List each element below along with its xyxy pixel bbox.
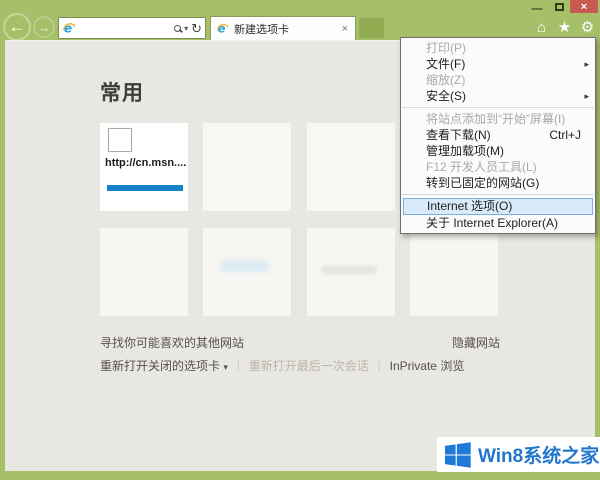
- maximize-icon: [555, 3, 564, 11]
- minimize-button[interactable]: —: [526, 0, 548, 13]
- gear-icon[interactable]: ⚙: [579, 20, 596, 35]
- reopen-closed-tabs-link[interactable]: 重新打开关闭的选项卡 ▾: [100, 357, 228, 374]
- faded-thumbnail: [221, 260, 269, 272]
- menu-item-print: 打印(P): [401, 40, 595, 56]
- tab-title: 新建选项卡: [234, 21, 336, 37]
- site-favicon-placeholder: [108, 128, 132, 152]
- frequent-site-tile-empty[interactable]: [307, 228, 395, 316]
- site-url: http://cn.msn....: [105, 157, 186, 169]
- inprivate-browsing-link[interactable]: InPrivate 浏览: [390, 357, 465, 374]
- refresh-icon[interactable]: ↻: [191, 22, 202, 35]
- search-dropdown-icon[interactable]: ▾: [184, 24, 188, 33]
- frequent-site-tile-empty[interactable]: [307, 123, 395, 211]
- menu-separator: [402, 107, 594, 108]
- menu-item-internet-options[interactable]: Internet 选项(O): [403, 198, 593, 215]
- forward-arrow-icon: →: [38, 20, 51, 35]
- address-bar[interactable]: e ▾ ↻: [58, 17, 206, 39]
- new-tab-button[interactable]: [359, 18, 384, 38]
- ie-logo-icon: e: [216, 22, 230, 36]
- frequent-site-tile-empty[interactable]: [410, 228, 498, 316]
- home-icon[interactable]: ⌂: [533, 20, 550, 35]
- windows-logo-icon: [445, 442, 471, 468]
- favorites-star-icon[interactable]: ★: [556, 20, 573, 35]
- window-controls: — ×: [526, 0, 598, 13]
- faded-thumbnail: [321, 266, 377, 274]
- tools-menu: 打印(P) 文件(F)▸ 缩放(Z) 安全(S)▸ 将站点添加到“开始”屏幕(I…: [400, 37, 596, 234]
- menu-item-safety[interactable]: 安全(S)▸: [401, 88, 595, 104]
- submenu-arrow-icon: ▸: [584, 88, 589, 104]
- menu-item-pinned-sites[interactable]: 转到已固定的网站(G): [401, 175, 595, 191]
- session-links-row: 重新打开关闭的选项卡 ▾ | 重新打开最后一次会话 | InPrivate 浏览: [100, 357, 464, 374]
- discover-sites-link[interactable]: 寻找你可能喜欢的其他网站: [100, 334, 244, 351]
- separator: |: [237, 360, 240, 372]
- menu-item-file[interactable]: 文件(F)▸: [401, 56, 595, 72]
- page-title: 常用: [100, 77, 144, 107]
- hide-sites-link[interactable]: 隐藏网站: [452, 334, 500, 351]
- site-accent-bar: [107, 185, 183, 191]
- frequent-site-tile-msn[interactable]: http://cn.msn....: [100, 123, 188, 211]
- ie-browser-window: ← → e ▾ ↻ e 新建选项卡 × — × ⌂ ★ ⚙ 常用: [0, 0, 600, 480]
- maximize-button[interactable]: [548, 0, 570, 13]
- forward-button[interactable]: →: [33, 16, 55, 38]
- separator: |: [378, 360, 381, 372]
- back-button[interactable]: ←: [3, 13, 31, 41]
- win8-home-watermark: Win8系统之家: [437, 437, 600, 472]
- reopen-last-session-link: 重新打开最后一次会话: [249, 357, 369, 374]
- menu-item-add-to-start: 将站点添加到“开始”屏幕(I): [401, 111, 595, 127]
- submenu-arrow-icon: ▸: [584, 56, 589, 72]
- search-icon[interactable]: [174, 25, 181, 32]
- menu-item-manage-addons[interactable]: 管理加载项(M): [401, 143, 595, 159]
- back-arrow-icon: ←: [9, 17, 26, 37]
- menu-item-f12-devtools: F12 开发人员工具(L): [401, 159, 595, 175]
- frequent-site-tile-empty[interactable]: [100, 228, 188, 316]
- menu-item-about-ie[interactable]: 关于 Internet Explorer(A): [401, 215, 595, 231]
- menu-item-view-downloads[interactable]: 查看下载(N)Ctrl+J: [401, 127, 595, 143]
- tab-new-tab[interactable]: e 新建选项卡 ×: [210, 16, 356, 40]
- watermark-text: Win8系统之家: [478, 441, 599, 468]
- tab-close-icon[interactable]: ×: [340, 23, 350, 35]
- chevron-down-icon: ▾: [223, 362, 228, 372]
- close-button[interactable]: ×: [570, 0, 598, 13]
- toolbar-icons: ⌂ ★ ⚙: [533, 20, 596, 35]
- frequent-site-tile-empty[interactable]: [203, 123, 291, 211]
- frequent-site-tile-empty[interactable]: [203, 228, 291, 316]
- shortcut-label: Ctrl+J: [549, 127, 581, 143]
- menu-item-zoom: 缩放(Z): [401, 72, 595, 88]
- ie-logo-icon: e: [62, 21, 77, 36]
- menu-separator: [402, 194, 594, 195]
